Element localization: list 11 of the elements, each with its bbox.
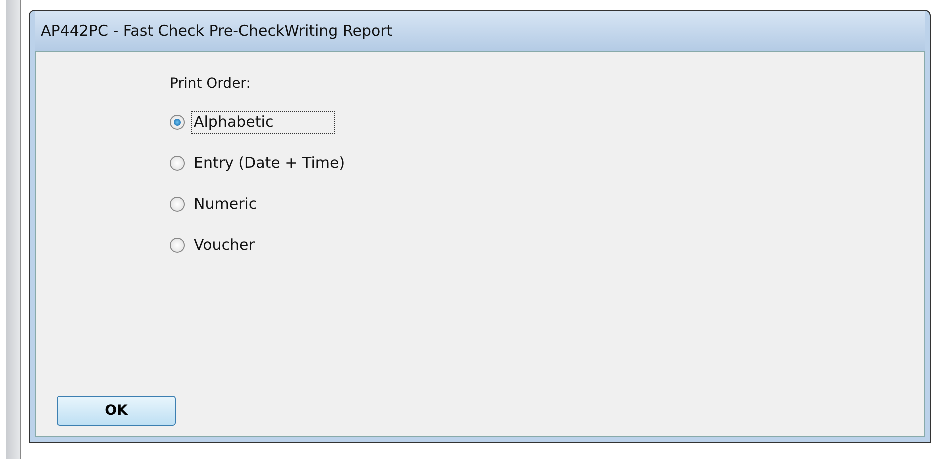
radio-label[interactable]: Numeric bbox=[191, 193, 262, 216]
radio-label[interactable]: Voucher bbox=[191, 234, 260, 257]
radio-button[interactable] bbox=[170, 238, 185, 253]
ok-button[interactable]: OK bbox=[57, 396, 176, 426]
window-title: AP442PC - Fast Check Pre-CheckWriting Report bbox=[41, 22, 393, 40]
radio-button[interactable] bbox=[170, 197, 185, 212]
radio-label[interactable]: Entry (Date + Time) bbox=[191, 152, 350, 175]
radio-button[interactable] bbox=[170, 115, 185, 130]
group-label: Print Order: bbox=[170, 76, 252, 92]
radio-button[interactable] bbox=[170, 156, 185, 171]
radio-label[interactable]: Alphabetic bbox=[191, 111, 335, 134]
